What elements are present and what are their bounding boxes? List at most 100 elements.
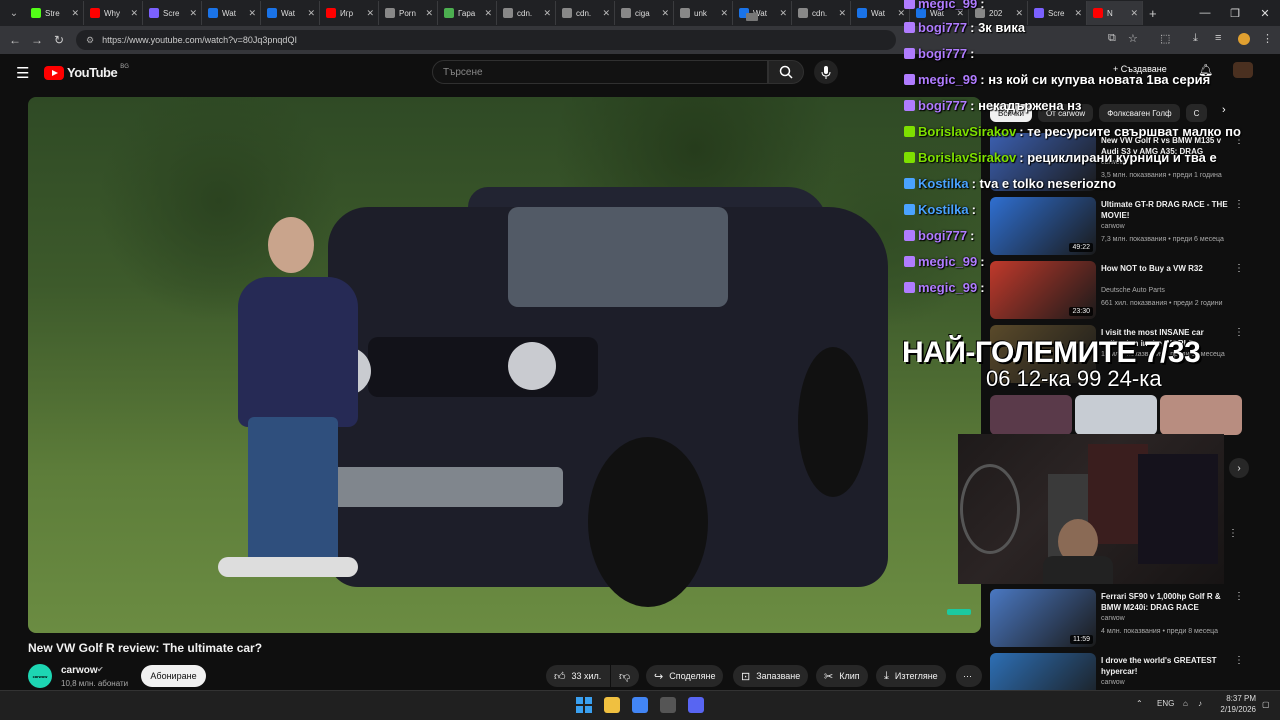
browser-tab[interactable]: Scre ✕: [143, 1, 202, 25]
like-button[interactable]: 👍︎ 33 хил.: [546, 665, 610, 687]
volume-icon[interactable]: ♪: [1198, 699, 1202, 708]
tab-close-icon[interactable]: ✕: [71, 8, 79, 19]
tab-close-icon[interactable]: ✕: [248, 8, 256, 19]
downloads-icon[interactable]: ⤓: [1193, 32, 1198, 45]
recommended-video[interactable]: 49:22 Ultimate GT-R DRAG RACE - THE MOVIE…: [990, 197, 1250, 257]
tab-close-icon[interactable]: ✕: [602, 8, 610, 19]
channel-name[interactable]: carwow: [1101, 679, 1125, 686]
clip-button[interactable]: ✂ Клип: [816, 665, 868, 687]
tab-close-icon[interactable]: ✕: [189, 8, 197, 19]
language-indicator[interactable]: ENG: [1157, 699, 1174, 708]
browser-tab[interactable]: cdn. ✕: [556, 1, 615, 25]
channel-watermark[interactable]: [947, 609, 971, 615]
taskbar-app-icon[interactable]: [604, 697, 620, 713]
browser-menu-icon[interactable]: ⋮: [1262, 32, 1273, 45]
browser-tab[interactable]: Porn ✕: [379, 1, 438, 25]
video-title[interactable]: How NOT to Buy a VW R32: [1101, 263, 1229, 274]
channel-name[interactable]: carwow: [1101, 615, 1125, 622]
short-thumbnail[interactable]: [990, 395, 1072, 435]
tab-close-icon[interactable]: ✕: [838, 8, 846, 19]
browser-tab[interactable]: Гара ✕: [438, 1, 497, 25]
taskbar-app-icon[interactable]: [632, 697, 648, 713]
more-options-icon[interactable]: ⋮: [1234, 655, 1244, 666]
address-bar[interactable]: ⚙ https://www.youtube.com/watch?v=80Jq3p…: [76, 30, 896, 50]
channel-name[interactable]: Deutsche Auto Parts: [1101, 287, 1165, 294]
more-options-icon[interactable]: ⋮: [1234, 263, 1244, 274]
video-title[interactable]: Ferrari SF90 v 1,000hp Golf R & BMW M240…: [1101, 591, 1229, 613]
tab-close-icon[interactable]: ✕: [1074, 8, 1082, 19]
short-thumbnail[interactable]: [1160, 395, 1242, 435]
keyboard-icon[interactable]: [746, 13, 758, 21]
video-title[interactable]: Ultimate GT-R DRAG RACE - THE MOVIE!: [1101, 199, 1229, 221]
browser-tab[interactable]: Wat ✕: [261, 1, 320, 25]
video-thumbnail[interactable]: 11:59: [990, 589, 1096, 647]
tab-close-icon[interactable]: ✕: [484, 8, 492, 19]
voice-search-button[interactable]: [814, 60, 838, 84]
tray-chevron-icon[interactable]: ⌃: [1136, 699, 1143, 708]
shorts-more-icon[interactable]: ⋮: [1228, 528, 1238, 539]
share-button[interactable]: ↪ Споделяне: [646, 665, 724, 687]
forward-icon[interactable]: →: [26, 33, 48, 47]
save-button[interactable]: ⊡ Запазване: [733, 665, 809, 687]
browser-tab[interactable]: Wat ✕: [202, 1, 261, 25]
extensions-icon[interactable]: ⬚: [1160, 32, 1170, 45]
windows-start-icon[interactable]: [576, 697, 592, 713]
tab-close-icon[interactable]: ✕: [366, 8, 374, 19]
browser-tab[interactable]: cdn. ✕: [792, 1, 851, 25]
media-icon[interactable]: ≡: [1215, 32, 1221, 44]
profile-avatar[interactable]: [1238, 33, 1250, 45]
tab-close-icon[interactable]: ✕: [720, 8, 728, 19]
short-thumbnail[interactable]: [1075, 395, 1157, 435]
browser-tab[interactable]: ciga ✕: [615, 1, 674, 25]
notification-icon[interactable]: ▢: [1262, 700, 1270, 709]
taskbar-app-icon[interactable]: [688, 697, 704, 713]
more-actions-button[interactable]: ⋯: [956, 665, 982, 687]
clock-date[interactable]: 2/19/2026: [1218, 705, 1256, 714]
dislike-button[interactable]: 👎︎: [611, 665, 639, 687]
back-icon[interactable]: ←: [4, 33, 26, 47]
search-button[interactable]: [768, 60, 804, 84]
recommended-video[interactable]: 23:30 How NOT to Buy a VW R32 Deutsche Aut…: [990, 261, 1250, 321]
new-tab-button[interactable]: +: [1149, 6, 1157, 21]
search-input[interactable]: Търсене: [432, 60, 768, 84]
tab-close-icon[interactable]: ✕: [425, 8, 433, 19]
download-button[interactable]: ⤓ Изтегляне: [876, 665, 946, 687]
reload-icon[interactable]: ↻: [48, 33, 70, 47]
shorts-next-button[interactable]: ›: [1229, 458, 1249, 478]
more-options-icon[interactable]: ⋮: [1234, 591, 1244, 602]
taskbar-app-icon[interactable]: [660, 697, 676, 713]
channel-name[interactable]: carwow: [1101, 223, 1125, 230]
cast-icon[interactable]: ⧉: [1108, 32, 1116, 45]
clock-time[interactable]: 8:37 PM: [1222, 694, 1256, 703]
filter-chip[interactable]: С: [1185, 104, 1208, 122]
chevron-right-icon[interactable]: ›: [1222, 104, 1226, 116]
tab-close-icon[interactable]: ✕: [1130, 8, 1138, 19]
video-thumbnail[interactable]: 49:22: [990, 197, 1096, 255]
recommended-video[interactable]: 11:59 Ferrari SF90 v 1,000hp Golf R & BMW…: [990, 589, 1250, 649]
tab-close-icon[interactable]: ✕: [543, 8, 551, 19]
browser-tab[interactable]: unk ✕: [674, 1, 733, 25]
video-title[interactable]: I drove the world's GREATEST hypercar!: [1101, 655, 1229, 677]
network-icon[interactable]: ⌂: [1183, 699, 1188, 708]
more-options-icon[interactable]: ⋮: [1234, 327, 1244, 338]
minimize-button[interactable]: —: [1190, 7, 1220, 19]
youtube-logo[interactable]: YouTube BG: [44, 64, 129, 80]
video-thumbnail[interactable]: 23:30: [990, 261, 1096, 319]
tab-close-icon[interactable]: ✕: [1015, 8, 1023, 19]
restore-button[interactable]: ❐: [1220, 7, 1250, 20]
channel-name[interactable]: carwow: [61, 665, 98, 676]
site-settings-icon[interactable]: ⚙: [86, 35, 94, 46]
account-avatar[interactable]: [1233, 62, 1253, 78]
close-window-button[interactable]: ✕: [1250, 7, 1280, 20]
subscribe-button[interactable]: Абониране: [141, 665, 206, 687]
bookmark-star-icon[interactable]: ☆: [1128, 32, 1138, 45]
tab-close-icon[interactable]: ✕: [307, 8, 315, 19]
tab-close-icon[interactable]: ✕: [661, 8, 669, 19]
browser-tab[interactable]: cdn. ✕: [497, 1, 556, 25]
filter-chip[interactable]: Фолксваген Голф: [1099, 104, 1180, 122]
browser-tab[interactable]: N ✕: [1087, 1, 1143, 25]
browser-tab[interactable]: Wat ✕: [733, 1, 792, 25]
browser-tab[interactable]: Stre ✕: [25, 1, 84, 25]
browser-tab[interactable]: Scre ✕: [1028, 1, 1087, 25]
browser-tab[interactable]: Игр ✕: [320, 1, 379, 25]
